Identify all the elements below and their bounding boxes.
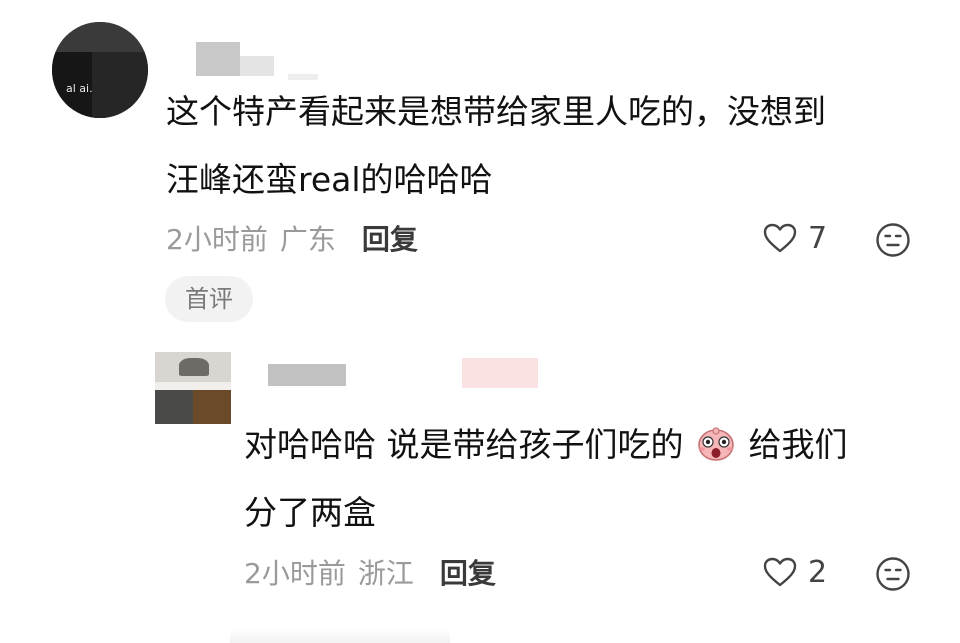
comment-line: 这个特产看起来是想带给家里人吃的，没想到	[166, 92, 826, 131]
like-button[interactable]: 2	[762, 550, 827, 594]
surprised-face-emoji	[696, 417, 736, 461]
comment-line: 对哈哈哈 说是带给孩子们吃的 给我们	[244, 411, 944, 479]
comment-location: 广东	[279, 223, 336, 256]
redacted-username[interactable]	[168, 40, 318, 80]
neutral-face-icon	[876, 557, 910, 591]
comment-line: 分了两盒	[244, 493, 376, 532]
comment-meta: 2小时前 广东 回复	[166, 216, 418, 260]
reaction-button[interactable]	[875, 222, 911, 258]
replier-avatar[interactable]	[155, 352, 231, 424]
comment-time: 2小时前	[244, 557, 346, 590]
commenter-avatar[interactable]: al ai.	[52, 22, 148, 118]
neutral-face-icon	[876, 223, 910, 257]
next-comment-edge	[230, 630, 450, 643]
comment-body: 这个特产看起来是想带给家里人吃的，没想到 汪峰还蛮real的哈哈哈	[166, 78, 946, 214]
like-count: 7	[808, 220, 828, 256]
reaction-button[interactable]	[875, 556, 911, 592]
redacted-username[interactable]	[248, 352, 548, 392]
reply-body: 对哈哈哈 说是带给孩子们吃的 给我们 分了两盒	[244, 411, 944, 547]
reply-button[interactable]: 回复	[440, 552, 496, 592]
like-button[interactable]: 7	[762, 216, 827, 260]
first-comment-badge: 首评	[165, 276, 253, 322]
reply-meta: 2小时前 浙江 回复	[244, 550, 496, 594]
like-count: 2	[808, 554, 828, 590]
heart-outline-icon	[763, 557, 797, 587]
comment-location: 浙江	[357, 557, 414, 590]
comment-text-segment: 对哈哈哈 说是带给孩子们吃的	[244, 425, 684, 464]
reply-button[interactable]: 回复	[362, 218, 418, 258]
heart-outline-icon	[763, 223, 797, 253]
comment-time: 2小时前	[166, 223, 268, 256]
comment-text-segment: 给我们	[748, 425, 848, 464]
comment-line: 汪峰还蛮real的哈哈哈	[166, 160, 493, 199]
avatar-caption: al ai.	[66, 82, 93, 95]
